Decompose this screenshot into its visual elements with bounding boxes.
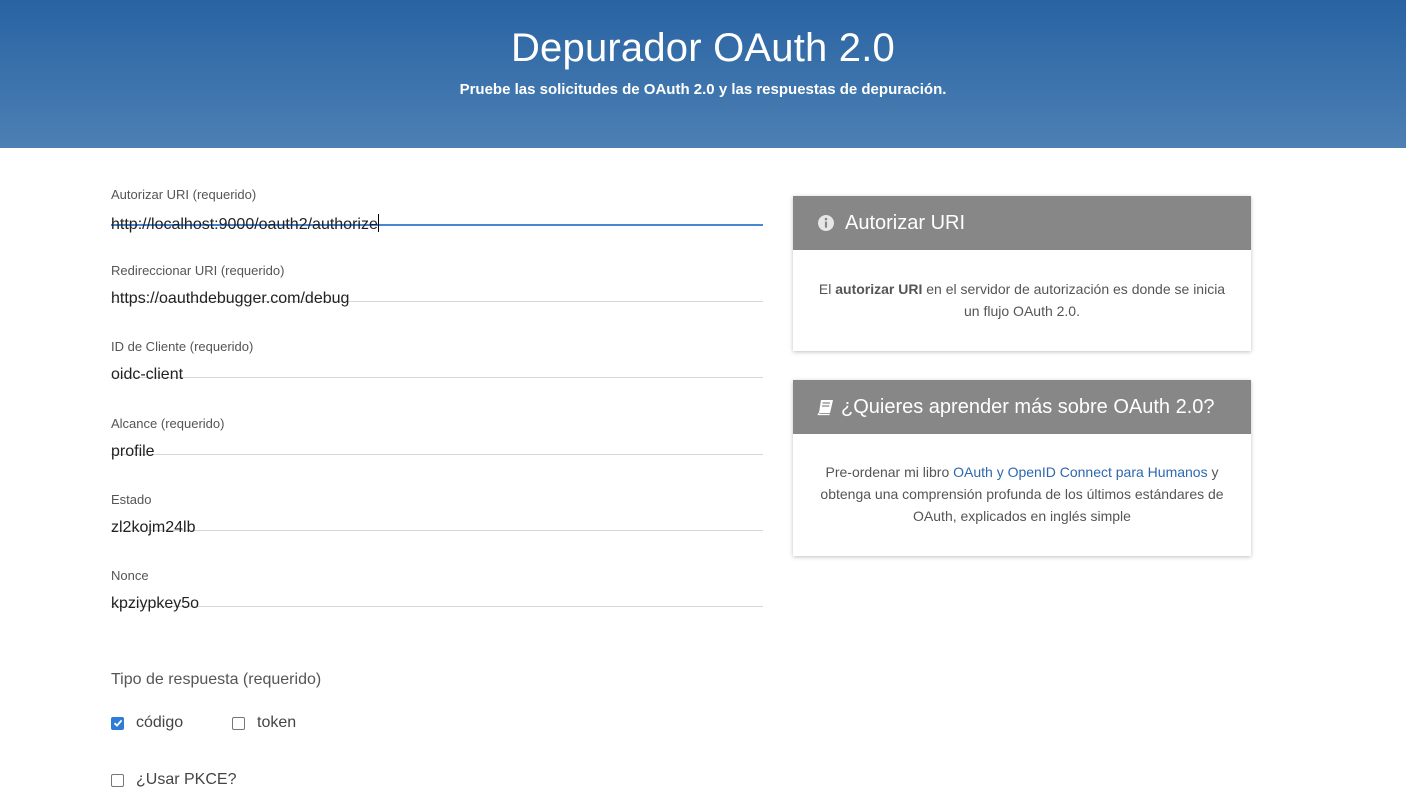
learn-more-card-body: Pre-ordenar mi libro OAuth y OpenID Conn… xyxy=(793,434,1251,527)
authorize-uri-card-header: Autorizar URI xyxy=(793,196,1251,250)
redirect-uri-field[interactable]: Redireccionar URI (requerido) https://oa… xyxy=(111,226,763,307)
redirect-uri-label: Redireccionar URI (requerido) xyxy=(111,263,285,278)
authorize-card-text: El xyxy=(818,281,836,297)
authorize-uri-field[interactable]: Autorizar URI (requerido) http://localho… xyxy=(111,150,763,233)
learn-more-card: ¿Quieres aprender más sobre OAuth 2.0? P… xyxy=(793,380,1251,556)
state-field[interactable]: Estado zl2kojm24lb xyxy=(111,455,763,536)
info-circle-icon xyxy=(817,214,835,232)
code-option-label: código xyxy=(136,714,184,731)
state-label: Estado xyxy=(111,492,152,507)
page-header: Depurador OAuth 2.0 Pruebe las solicitud… xyxy=(0,0,1406,148)
nonce-field[interactable]: Nonce kpziypkey5o xyxy=(111,531,763,612)
checkmark-icon xyxy=(113,719,122,727)
authorize-uri-card-title: Autorizar URI xyxy=(845,211,966,234)
client-id-label: ID de Cliente (requerido) xyxy=(111,339,254,354)
page-title: Depurador OAuth 2.0 xyxy=(510,26,896,70)
authorize-uri-label: Autorizar URI (requerido) xyxy=(111,187,257,202)
token-option-label: token xyxy=(257,714,297,731)
learn-more-card-title: ¿Quieres aprender más sobre OAuth 2.0? xyxy=(841,395,1215,418)
authorize-card-bold-text: autorizar URI xyxy=(835,281,923,297)
response-type-code-option[interactable]: código xyxy=(111,714,183,732)
response-type-label: Tipo de respuesta (requerido) xyxy=(111,671,322,688)
code-checkbox[interactable] xyxy=(111,716,124,730)
authorize-uri-help-card: Autorizar URI El autorizar URI en el ser… xyxy=(793,196,1251,351)
pkce-option-label: ¿Usar PKCE? xyxy=(136,771,237,788)
book-link[interactable]: OAuth y OpenID Connect para Humanos xyxy=(953,464,1207,480)
client-id-field[interactable]: ID de Cliente (requerido) oidc-client xyxy=(111,302,763,383)
authorize-card-text-rest: en el servidor de autorización es donde … xyxy=(922,281,1226,319)
token-checkbox[interactable] xyxy=(232,716,245,730)
scope-label: Alcance (requerido) xyxy=(111,416,225,431)
pkce-option[interactable]: ¿Usar PKCE? xyxy=(111,771,236,789)
pkce-checkbox[interactable] xyxy=(111,773,124,787)
page-subtitle: Pruebe las solicitudes de OAuth 2.0 y la… xyxy=(459,81,947,98)
nonce-label: Nonce xyxy=(111,568,149,583)
scope-field[interactable]: Alcance (requerido) profile xyxy=(111,379,763,460)
nonce-input[interactable]: kpziypkey5o xyxy=(111,595,763,617)
response-type-token-option[interactable]: token xyxy=(232,714,296,732)
book-icon xyxy=(817,398,835,416)
learn-card-text: Pre-ordenar mi libro xyxy=(825,464,954,480)
learn-more-card-header: ¿Quieres aprender más sobre OAuth 2.0? xyxy=(793,380,1251,434)
authorize-uri-card-body: El autorizar URI en el servidor de autor… xyxy=(793,250,1251,322)
